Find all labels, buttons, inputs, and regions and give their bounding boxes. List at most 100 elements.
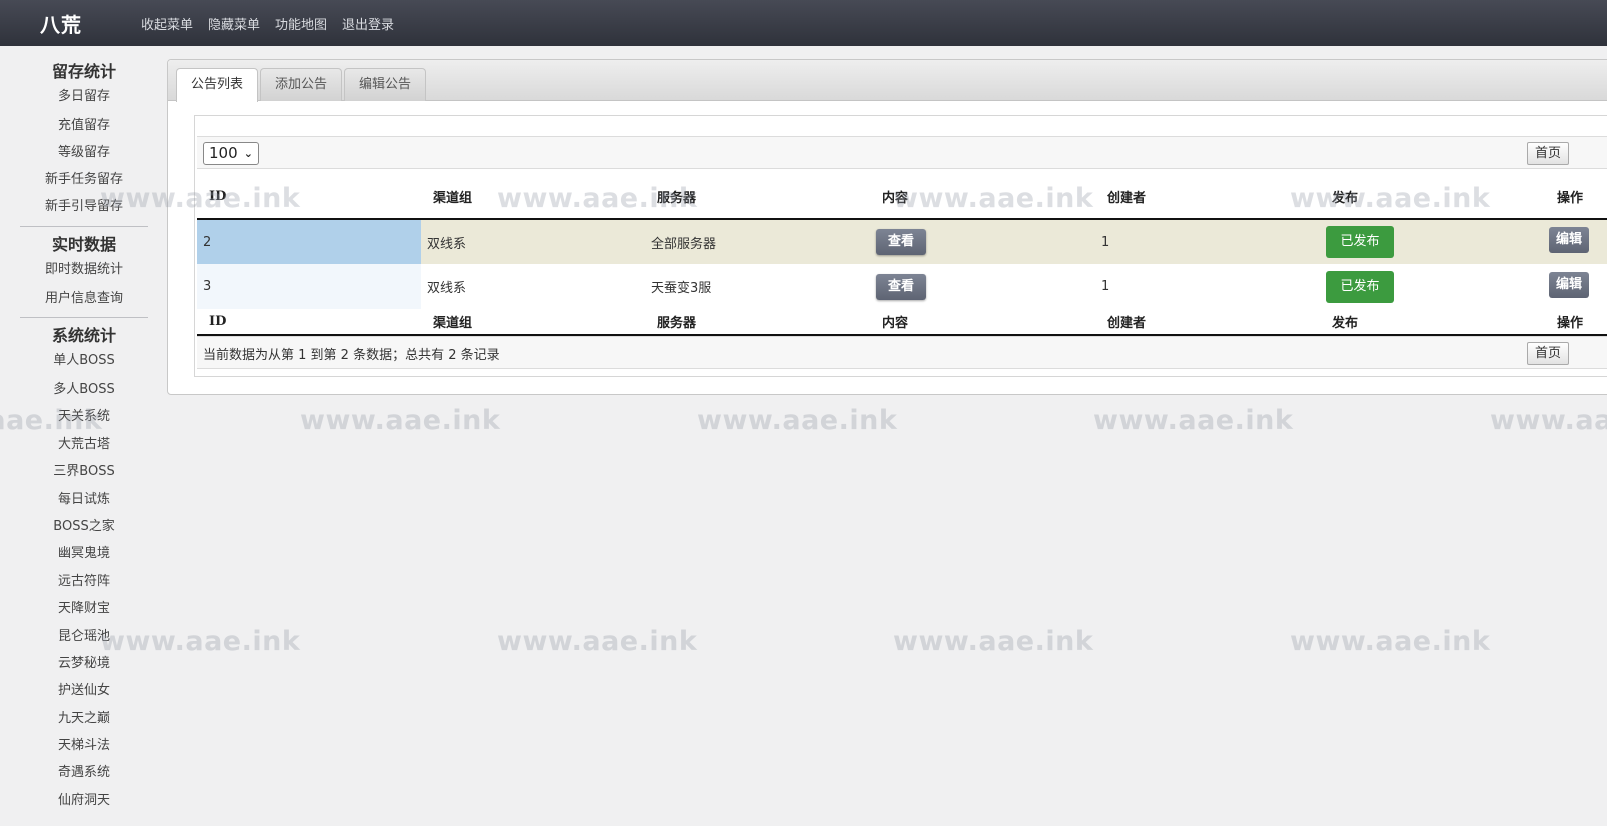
cell-creator: 1 — [1095, 219, 1320, 264]
top-nav-logout[interactable]: 退出登录 — [342, 14, 394, 33]
sidebar-item[interactable]: 充值留存 — [0, 112, 168, 139]
table-row: 2 双线系 全部服务器 查看 1 已发布 编辑 — [197, 219, 1607, 264]
table-row: 3 双线系 天蚕变3服 查看 1 已发布 编辑 — [197, 264, 1607, 309]
watermark-text: www.aae.ink — [1290, 626, 1491, 657]
table-container: 100 ⌄ 首页 ID 渠道组 服务器 内容 创建者 发布 操作 2 双线系 全… — [194, 115, 1607, 377]
sidebar-item[interactable]: 天关系统 — [0, 403, 168, 430]
column-header-action[interactable]: 操作 — [1545, 174, 1607, 220]
sidebar-item[interactable]: 仙府洞天 — [0, 787, 168, 814]
watermark-text: www.aae.ink — [300, 405, 501, 436]
edit-button[interactable]: 编辑 — [1549, 227, 1589, 253]
edit-button[interactable]: 编辑 — [1549, 271, 1589, 298]
sidebar-item[interactable]: 云梦秘境 — [0, 650, 168, 677]
sidebar-group-title[interactable]: 留存统计 — [0, 58, 168, 86]
watermark-text: www.aae.ink — [497, 626, 698, 657]
column-footer-content: 内容 — [870, 309, 1095, 336]
view-content-button[interactable]: 查看 — [876, 273, 926, 300]
cell-content: 查看 — [870, 264, 1095, 309]
page-size-value: 100 — [209, 144, 238, 162]
top-nav: 收起菜单 隐藏菜单 功能地图 退出登录 — [141, 14, 409, 33]
sidebar-group-system: 系统统计 单人BOSS 多人BOSS 天关系统 大荒古塔 三界BOSS 每日试炼… — [0, 322, 168, 814]
cell-server: 天蚕变3服 — [645, 264, 870, 309]
sidebar-item[interactable]: 三界BOSS — [0, 458, 168, 485]
tab-announcement-list[interactable]: 公告列表 — [176, 68, 259, 102]
first-page-button[interactable]: 首页 — [1527, 142, 1570, 165]
view-content-button[interactable]: 查看 — [876, 229, 926, 255]
top-nav-hide-menu[interactable]: 隐藏菜单 — [208, 14, 260, 33]
sidebar-item[interactable]: 等级留存 — [0, 139, 168, 166]
first-page-button-bottom[interactable]: 首页 — [1527, 342, 1570, 365]
brand-logo[interactable]: 八荒 — [40, 9, 82, 38]
sidebar-item[interactable]: 每日试炼 — [0, 486, 168, 513]
column-footer-action: 操作 — [1545, 309, 1607, 336]
record-info-text: 当前数据为从第 1 到第 2 条数据；总共有 2 条记录 — [203, 348, 500, 363]
tab-bar: 公告列表 添加公告 编辑公告 — [168, 60, 1607, 102]
column-header-creator[interactable]: 创建者 — [1095, 174, 1320, 220]
column-footer-server: 服务器 — [645, 309, 870, 336]
sidebar-item[interactable]: 大荒古塔 — [0, 431, 168, 458]
cell-publish: 已发布 — [1320, 219, 1545, 264]
top-bar: 八荒 收起菜单 隐藏菜单 功能地图 退出登录 — [0, 0, 1607, 46]
cell-action: 编辑 — [1545, 264, 1607, 309]
cell-action: 编辑 — [1545, 219, 1607, 264]
sidebar-item[interactable]: 新手任务留存 — [0, 166, 168, 193]
sidebar-item[interactable]: 九天之巅 — [0, 705, 168, 732]
sidebar: 留存统计 多日留存 充值留存 等级留存 新手任务留存 新手引导留存 实时数据 即… — [0, 46, 168, 826]
cell-server: 全部服务器 — [645, 219, 870, 264]
sidebar-item[interactable]: 新手引导留存 — [0, 193, 168, 220]
column-footer-id: ID — [197, 309, 421, 336]
announcement-table: ID 渠道组 服务器 内容 创建者 发布 操作 2 双线系 全部服务器 查看 1… — [197, 174, 1607, 336]
cell-id: 3 — [197, 264, 421, 309]
sidebar-item[interactable]: 护送仙女 — [0, 677, 168, 704]
cell-id: 2 — [197, 219, 421, 264]
watermark-text: www.aae.ink — [893, 626, 1094, 657]
cell-content: 查看 — [870, 219, 1095, 264]
table-footer-bar: 当前数据为从第 1 到第 2 条数据；总共有 2 条记录 首页 — [197, 336, 1607, 369]
chevron-down-icon: ⌄ — [243, 147, 253, 160]
sidebar-item[interactable]: 天降财宝 — [0, 595, 168, 622]
column-header-publish[interactable]: 发布 — [1320, 174, 1545, 220]
column-header-channel[interactable]: 渠道组 — [421, 174, 645, 220]
sidebar-item[interactable]: 多日留存 — [0, 86, 168, 112]
cell-publish: 已发布 — [1320, 264, 1545, 309]
published-button[interactable]: 已发布 — [1326, 270, 1394, 303]
tab-edit-announcement[interactable]: 编辑公告 — [344, 68, 427, 101]
sidebar-item[interactable]: 多人BOSS — [0, 376, 168, 403]
top-nav-function-map[interactable]: 功能地图 — [275, 14, 327, 33]
column-footer-creator: 创建者 — [1095, 309, 1320, 336]
column-footer-channel: 渠道组 — [421, 309, 645, 336]
page-size-select[interactable]: 100 ⌄ — [203, 142, 259, 165]
sidebar-item[interactable]: 即时数据统计 — [0, 259, 168, 285]
tab-add-announcement[interactable]: 添加公告 — [260, 68, 343, 101]
sidebar-group-retention: 留存统计 多日留存 充值留存 等级留存 新手任务留存 新手引导留存 — [0, 58, 168, 227]
watermark-text: www.aae.ink — [1490, 405, 1607, 436]
column-header-server[interactable]: 服务器 — [645, 174, 870, 220]
published-button[interactable]: 已发布 — [1326, 226, 1394, 258]
cell-channel: 双线系 — [421, 219, 645, 264]
sidebar-item[interactable]: 远古符阵 — [0, 568, 168, 595]
top-nav-collapse-menu[interactable]: 收起菜单 — [141, 14, 193, 33]
watermark-text: www.aae.ink — [1093, 405, 1294, 436]
sidebar-divider — [20, 226, 148, 227]
sidebar-item[interactable]: 天梯斗法 — [0, 732, 168, 759]
cell-channel: 双线系 — [421, 264, 645, 309]
cell-creator: 1 — [1095, 264, 1320, 309]
watermark-text: www.aae.ink — [697, 405, 898, 436]
sidebar-group-title[interactable]: 实时数据 — [0, 231, 168, 259]
column-footer-publish: 发布 — [1320, 309, 1545, 336]
table-footer-row: ID 渠道组 服务器 内容 创建者 发布 操作 — [197, 309, 1607, 336]
sidebar-item[interactable]: 奇遇系统 — [0, 759, 168, 786]
sidebar-group-realtime: 实时数据 即时数据统计 用户信息查询 — [0, 231, 168, 318]
sidebar-item[interactable]: 昆仑瑶池 — [0, 623, 168, 650]
column-header-id[interactable]: ID — [197, 174, 421, 220]
sidebar-item[interactable]: 幽冥鬼境 — [0, 540, 168, 567]
column-header-content[interactable]: 内容 — [870, 174, 1095, 220]
sidebar-divider — [20, 317, 148, 318]
main-panel: 公告列表 添加公告 编辑公告 100 ⌄ 首页 ID 渠道组 服务器 内容 创建… — [167, 59, 1607, 395]
table-header-row: ID 渠道组 服务器 内容 创建者 发布 操作 — [197, 174, 1607, 220]
sidebar-group-title[interactable]: 系统统计 — [0, 322, 168, 350]
table-toolbar: 100 ⌄ 首页 — [197, 136, 1607, 169]
sidebar-item[interactable]: BOSS之家 — [0, 513, 168, 540]
sidebar-item[interactable]: 用户信息查询 — [0, 285, 168, 313]
sidebar-item[interactable]: 单人BOSS — [0, 350, 168, 376]
